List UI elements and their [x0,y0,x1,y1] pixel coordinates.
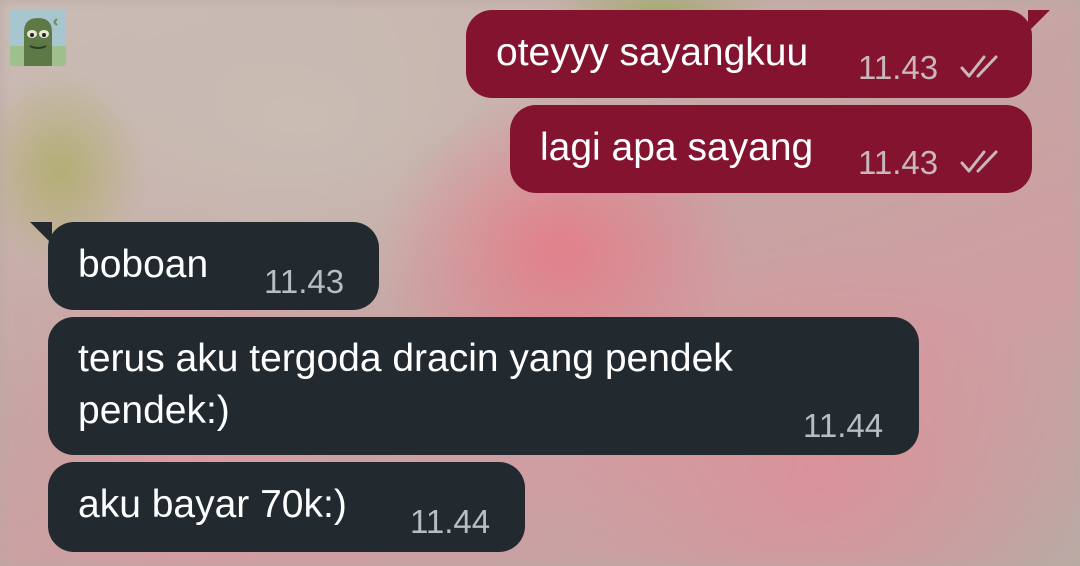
message-text: boboan [78,243,209,286]
message-text: aku bayar 70k:) [78,483,347,526]
outgoing-message-bubble[interactable]: oteyyy sayangkuu 11.43 [466,10,1050,98]
message-time: 11.44 [410,503,491,540]
alien-avatar-icon [10,10,66,66]
message-text-line-2: pendek:) [78,389,230,432]
message-time: 11.43 [858,49,939,86]
message-time: 11.43 [264,263,345,300]
message-text-line-1: terus aku tergoda dracin yang pendek [78,337,733,380]
bubble-tail [30,222,52,244]
double-check-icon [960,55,998,78]
contact-avatar[interactable] [10,10,66,66]
incoming-message-bubble[interactable]: terus aku tergoda dracin yang pendek pen… [48,317,919,455]
incoming-message-bubble[interactable]: aku bayar 70k:) 11.44 [48,462,525,552]
message-text: oteyyy sayangkuu [496,31,809,74]
message-time: 11.44 [803,407,884,444]
outgoing-message-bubble[interactable]: lagi apa sayang 11.43 [510,105,1032,193]
bubble-tail [1028,10,1050,32]
message-text: lagi apa sayang [540,126,814,169]
message-time: 11.43 [858,144,939,181]
incoming-message-bubble[interactable]: boboan 11.43 [30,222,379,310]
double-check-icon [960,150,998,173]
